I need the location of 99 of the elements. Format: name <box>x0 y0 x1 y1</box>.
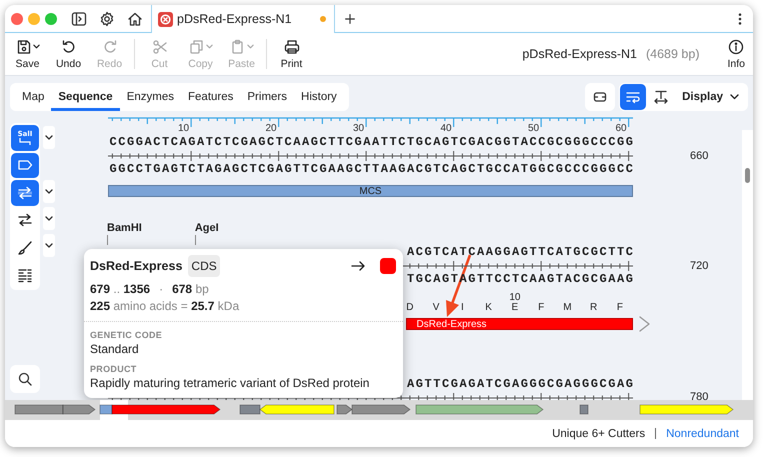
feature-bar[interactable]: DsRed-Express <box>406 318 633 330</box>
scissors-icon <box>152 38 168 54</box>
feature-length: 678 bp <box>172 281 209 298</box>
clipboard-icon <box>230 38 246 54</box>
save-button[interactable]: Save <box>7 38 48 70</box>
save-icon <box>16 38 32 54</box>
translation-tool-button[interactable] <box>11 180 39 206</box>
position-number: 780 <box>690 392 708 400</box>
view-tab[interactable]: Sequence <box>51 83 120 111</box>
ruler-number: 40 <box>440 123 452 133</box>
features-tool-button[interactable] <box>11 152 39 178</box>
amino-acid: D <box>406 302 414 314</box>
tool-menu-button[interactable] <box>43 234 55 257</box>
enzyme-site-label[interactable]: AgeI <box>194 221 219 235</box>
undo-icon <box>60 38 76 54</box>
map-feature[interactable] <box>240 404 260 414</box>
field-value: Rapidly maturing tetrameric variant of DsRed protein <box>90 375 370 391</box>
field-label: GENETIC CODE <box>90 329 164 341</box>
complement-strand: GGCCTGAGTCTAGAGCTCGAGTTCGAAGCTTAAGACGTCAGCTGCCATGGCGCCCGGGCC <box>109 162 635 177</box>
chevron-down-icon <box>45 189 53 194</box>
tool-menu-button[interactable] <box>43 126 55 149</box>
map-feature[interactable] <box>259 404 334 414</box>
map-feature[interactable] <box>416 404 544 414</box>
amino-acid: I <box>460 302 464 314</box>
info-icon <box>728 38 744 54</box>
amino-acid: R <box>590 302 598 314</box>
redo-icon <box>102 38 118 54</box>
view-tab[interactable]: Enzymes <box>120 83 181 111</box>
separator-dot: · <box>159 281 164 298</box>
enzyme-mode-link[interactable]: Nonredundant <box>666 428 739 440</box>
print-button[interactable]: Print <box>271 38 312 70</box>
ruler-number: 20 <box>266 123 277 133</box>
enzyme-filter-label[interactable]: Unique 6+ Cutters <box>552 428 646 440</box>
amino-acid: F <box>616 302 623 314</box>
home-icon[interactable] <box>127 10 143 26</box>
swap-arrows-icon <box>17 184 33 201</box>
field-value: Standard <box>90 341 140 357</box>
view-tab[interactable]: Primers <box>240 83 294 111</box>
view-tab[interactable]: Map <box>15 83 52 111</box>
tab-title: pDsRed-Express-N1 <box>177 12 293 26</box>
document-tab[interactable]: pDsRed-Express-N1 <box>151 5 335 33</box>
brush-icon <box>17 240 33 256</box>
sequence-strand: ACGTCATCAAGGAGTTCATGCGCTTC <box>407 245 635 260</box>
width-icon <box>653 89 670 105</box>
scrollbar-thumb[interactable] <box>745 168 750 183</box>
feature-range: 679 .. 1356 <box>90 281 150 298</box>
plus-icon[interactable] <box>343 12 357 26</box>
ruler-number: 10 <box>178 123 190 133</box>
amino-acid: E <box>512 302 518 314</box>
chevron-down-icon <box>730 94 739 100</box>
search-icon <box>17 371 33 387</box>
tool-menu-button[interactable] <box>43 180 55 203</box>
tool-menu-button[interactable] <box>43 207 55 230</box>
cut-site-icon <box>18 138 32 146</box>
position-number: 720 <box>690 260 708 272</box>
amino-acid: V <box>432 302 440 314</box>
view-tab[interactable]: History <box>294 83 344 111</box>
sequence-length: (4689 bp) <box>646 47 700 61</box>
color-swatch[interactable] <box>380 258 396 274</box>
map-feature[interactable] <box>580 404 588 414</box>
list-icon <box>17 267 33 284</box>
close-window-icon[interactable] <box>11 12 23 24</box>
map-feature[interactable] <box>62 404 96 414</box>
ruler-number: 60 <box>616 123 627 133</box>
document-name: pDsRed-Express-N1 <box>522 47 637 61</box>
field-label: PRODUCT <box>90 363 138 375</box>
map-feature[interactable] <box>640 404 734 414</box>
ruler-number: 30 <box>353 123 364 133</box>
map-feature[interactable] <box>336 404 353 414</box>
chevron-down-icon <box>45 135 53 140</box>
info-button[interactable]: Info <box>727 38 745 70</box>
wrap-button[interactable] <box>620 84 646 110</box>
protein-summary: 225 amino acids = 25.7 kDa <box>90 298 240 315</box>
sequence-strand: AGTTCGAGATCGAGGGCGAGGGCGAG <box>407 377 635 392</box>
view-tab[interactable]: Features <box>181 83 240 111</box>
map-feature[interactable] <box>112 404 221 414</box>
chevron-down-icon <box>45 243 53 248</box>
amino-acid: M <box>563 302 572 314</box>
amino-acid: K <box>485 302 492 314</box>
chevron-down-icon <box>45 216 53 221</box>
sidebar-icon[interactable] <box>71 10 87 26</box>
printer-icon <box>284 38 300 54</box>
feature-bar[interactable]: MCS <box>108 185 633 197</box>
copy-icon <box>188 38 204 54</box>
app-icon <box>158 12 173 26</box>
feature-name: DsRed-Express <box>90 259 182 273</box>
sequence-strand: CCGGACTCAGATCTCGAGCTCAAGCTTCGAATTCTGCAGTCGACGGTACCGCGGGCCCGG <box>109 135 635 150</box>
position-number: 660 <box>690 150 708 162</box>
enzyme-site-label[interactable]: BamHI <box>107 221 142 235</box>
undo-button[interactable]: Undo <box>48 38 89 70</box>
swap-arrows-icon <box>17 212 33 228</box>
display-menu[interactable]: Display <box>676 91 747 103</box>
map-feature[interactable] <box>100 404 112 414</box>
feature-type-tag: CDS <box>188 255 220 277</box>
amino-acid: F <box>538 302 544 314</box>
search-button[interactable] <box>10 365 40 393</box>
settings-icon[interactable] <box>99 10 115 26</box>
ruler-number: 50 <box>528 123 540 133</box>
residue-number: 10 <box>509 293 520 302</box>
